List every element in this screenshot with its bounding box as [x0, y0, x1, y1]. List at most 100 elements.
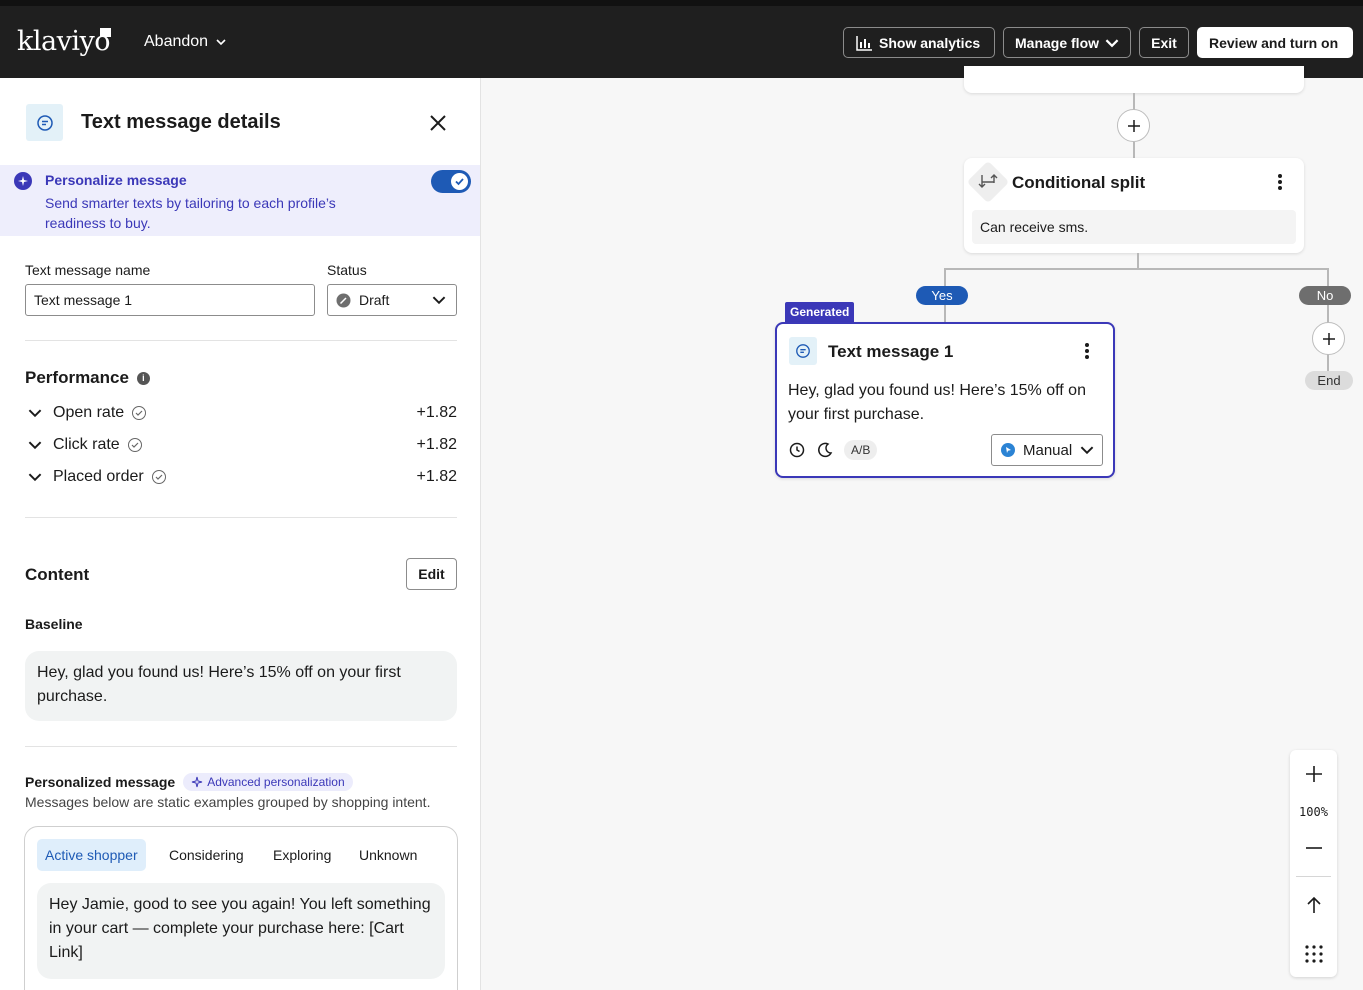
plus-icon — [1305, 766, 1322, 782]
show-analytics-button[interactable]: Show analytics — [843, 27, 995, 58]
sms-node-body: Hey, glad you found us! Here’s 15% off o… — [788, 382, 1086, 423]
details-panel: Text message details Personalize message… — [0, 78, 481, 990]
sms-node-title: Text message 1 — [828, 342, 954, 361]
conditional-split-node[interactable]: Conditional split Can receive sms. — [964, 158, 1304, 253]
chevron-down-icon — [432, 296, 446, 305]
status-select[interactable]: Draft — [327, 284, 457, 316]
add-step-button[interactable] — [1117, 109, 1150, 142]
chevron-down-icon — [1080, 446, 1094, 455]
split-icon — [978, 174, 998, 188]
manage-flow-button[interactable]: Manage flow — [1003, 27, 1131, 58]
chevron-down-icon — [28, 409, 42, 418]
send-mode-select[interactable]: Manual — [991, 434, 1103, 466]
arrow-up-icon — [1306, 896, 1321, 913]
personalized-heading: Personalized message Advanced personaliz… — [25, 773, 353, 791]
more-options-icon[interactable] — [1084, 342, 1090, 360]
sms-icon — [789, 337, 817, 365]
minus-icon — [1305, 847, 1322, 849]
performance-heading: Performance i — [25, 368, 150, 388]
advanced-personalization-badge: Advanced personalization — [183, 773, 353, 791]
klaviyo-logo[interactable]: klaviyo — [17, 26, 111, 57]
send-mode-value: Manual — [1023, 441, 1073, 459]
divider — [25, 340, 457, 341]
zoom-out-button[interactable] — [1290, 838, 1337, 858]
add-step-button-no-branch[interactable] — [1312, 322, 1345, 355]
exit-label: Exit — [1151, 34, 1177, 51]
sparkle-icon — [192, 776, 203, 788]
tab-exploring[interactable]: Exploring — [265, 839, 339, 871]
zoom-in-button[interactable] — [1290, 762, 1337, 786]
zoom-level: 100% — [1299, 805, 1328, 819]
close-icon[interactable] — [428, 113, 448, 133]
draft-status-icon — [336, 293, 351, 307]
content-title: Content — [25, 565, 90, 584]
end-label: End — [1305, 371, 1353, 390]
manual-cursor-icon — [1001, 443, 1015, 457]
connector-line — [1137, 253, 1139, 269]
message-name-value: Text message 1 — [34, 292, 133, 308]
ab-test-badge[interactable]: A/B — [844, 440, 878, 460]
sms-icon — [26, 104, 63, 141]
info-icon[interactable]: i — [136, 371, 150, 385]
connector-line — [1133, 142, 1135, 158]
exit-button[interactable]: Exit — [1139, 27, 1189, 58]
check-circle-icon — [132, 406, 147, 420]
check-circle-icon — [151, 470, 166, 484]
metric-row-open-rate[interactable]: Open rate +1.82 — [25, 402, 457, 424]
tab-considering[interactable]: Considering — [161, 839, 252, 871]
plus-icon — [1322, 332, 1335, 345]
badge-label: Advanced personalization — [207, 775, 345, 789]
previous-flow-node[interactable] — [964, 66, 1304, 93]
minimap-grid-button[interactable] — [1290, 942, 1337, 966]
manage-flow-label: Manage flow — [1015, 34, 1100, 51]
metric-value: +1.82 — [416, 468, 457, 485]
divider — [1296, 876, 1331, 877]
metric-value: +1.82 — [416, 404, 457, 421]
scroll-to-top-button[interactable] — [1290, 893, 1337, 917]
metric-row-placed-order[interactable]: Placed order +1.82 — [25, 466, 457, 488]
text-message-node[interactable]: Text message 1 Hey, glad you found us! H… — [775, 322, 1115, 478]
check-icon — [451, 173, 468, 190]
personalize-description: Send smarter texts by tailoring to each … — [45, 195, 336, 231]
divider — [25, 517, 457, 518]
yes-label: Yes — [916, 286, 968, 305]
intent-tabs-card: Active shopper Considering Exploring Unk… — [24, 826, 458, 990]
metric-label: Open rate — [53, 404, 125, 421]
review-label: Review and turn on — [1209, 34, 1339, 51]
personalize-toggle[interactable] — [431, 170, 471, 193]
clock-icon[interactable] — [789, 442, 805, 458]
tab-active-shopper[interactable]: Active shopper — [37, 839, 146, 871]
status-label: Status — [327, 262, 367, 278]
divider — [25, 746, 457, 747]
review-turn-on-button[interactable]: Review and turn on — [1197, 27, 1353, 58]
personalize-title: Personalize message — [45, 172, 187, 188]
flow-canvas[interactable]: Conditional split Can receive sms. Yes N… — [481, 66, 1363, 990]
metric-value: +1.82 — [416, 436, 457, 453]
split-title: Conditional split — [1012, 173, 1146, 192]
split-condition: Can receive sms. — [972, 210, 1296, 244]
grid-dots-icon — [1304, 945, 1323, 963]
check-circle-icon — [127, 438, 142, 452]
name-label: Text message name — [25, 262, 151, 278]
personalized-description: Messages below are static examples group… — [25, 794, 431, 810]
status-value: Draft — [359, 292, 390, 308]
panel-title: Text message details — [81, 111, 281, 133]
generated-badge: Generated — [785, 302, 855, 322]
flow-name-dropdown[interactable]: Abandon — [144, 33, 226, 51]
tab-unknown[interactable]: Unknown — [351, 839, 425, 871]
chevron-down-icon — [28, 473, 42, 482]
metric-row-click-rate[interactable]: Click rate +1.82 — [25, 434, 457, 456]
personalized-title: Personalized message — [25, 774, 176, 790]
show-analytics-label: Show analytics — [879, 34, 981, 51]
edit-button[interactable]: Edit — [406, 558, 457, 590]
quiet-hours-moon-icon[interactable] — [817, 442, 833, 458]
zoom-controls: 100% — [1290, 750, 1337, 977]
more-options-icon[interactable] — [1277, 173, 1283, 191]
personalize-banner: Personalize message Send smarter texts b… — [0, 165, 480, 236]
sparkle-icon — [14, 172, 32, 190]
chevron-down-icon — [216, 39, 226, 46]
baseline-message: Hey, glad you found us! Here’s 15% off o… — [25, 651, 457, 721]
message-name-input[interactable]: Text message 1 — [25, 284, 315, 316]
logo-flag-icon — [100, 28, 111, 37]
chevron-down-icon — [1105, 38, 1119, 47]
